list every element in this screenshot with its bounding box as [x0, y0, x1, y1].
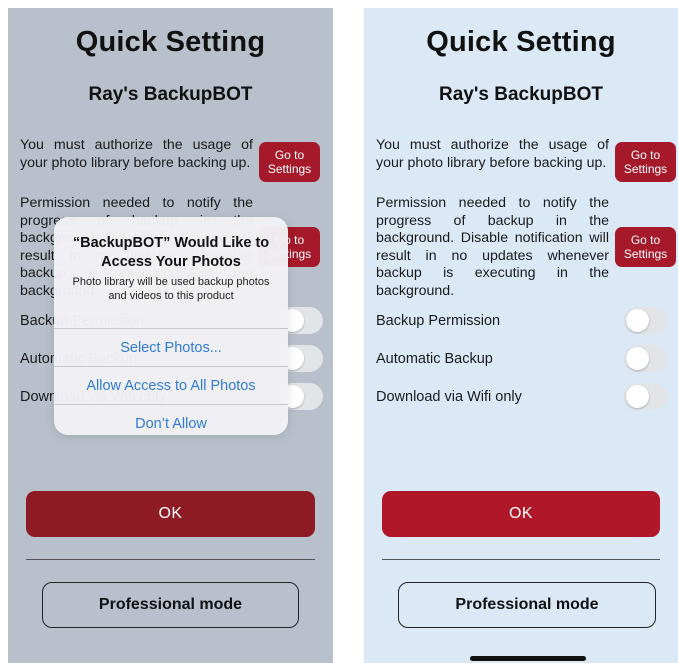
page-subtitle: Ray's BackupBOT	[439, 84, 603, 105]
automatic-backup-label: Automatic Backup	[376, 351, 493, 367]
page-subtitle: Ray's BackupBOT	[88, 84, 253, 105]
photo-permission-text: You must authorize the usage of your pho…	[20, 137, 253, 171]
backup-permission-toggle[interactable]	[624, 307, 668, 334]
ok-button[interactable]: OK	[382, 491, 660, 537]
go-to-settings-photos-button[interactable]: Go to Settings	[259, 142, 320, 182]
automatic-backup-toggle[interactable]	[624, 345, 668, 372]
page-title: Quick Setting	[426, 26, 616, 58]
professional-mode-button[interactable]: Professional mode	[42, 582, 299, 628]
photo-access-alert: “BackupBOT” Would Like to Access Your Ph…	[54, 217, 288, 435]
dont-allow-button[interactable]: Don’t Allow	[54, 404, 288, 435]
go-to-settings-photos-button[interactable]: Go to Settings	[615, 142, 676, 182]
home-indicator[interactable]	[470, 656, 586, 661]
screen-quick-setting: Quick Setting Ray's BackupBOT You must a…	[364, 8, 678, 663]
toggle-knob	[626, 347, 649, 370]
notify-permission-text: Permission needed to notify the progress…	[376, 195, 609, 299]
backup-permission-label: Backup Permission	[376, 313, 501, 329]
wifi-only-toggle[interactable]	[624, 383, 668, 410]
wifi-only-row: Download via Wifi only	[376, 383, 668, 411]
ok-button[interactable]: OK	[26, 491, 315, 537]
allow-all-photos-button[interactable]: Allow Access to All Photos	[54, 366, 288, 405]
alert-message: Photo library will be used backup photos…	[72, 276, 270, 302]
professional-mode-button[interactable]: Professional mode	[398, 582, 656, 628]
toggle-knob	[626, 385, 649, 408]
divider	[26, 559, 315, 560]
photo-permission-text: You must authorize the usage of your pho…	[376, 137, 609, 171]
select-photos-button[interactable]: Select Photos...	[54, 328, 288, 367]
divider	[382, 559, 660, 560]
screen-with-photo-permission-alert: Quick Setting Ray's BackupBOT You must a…	[8, 8, 333, 663]
page-title: Quick Setting	[75, 26, 266, 58]
toggle-knob	[626, 309, 649, 332]
wifi-only-label: Download via Wifi only	[376, 389, 522, 405]
automatic-backup-row: Automatic Backup	[376, 345, 668, 373]
go-to-settings-notify-button[interactable]: Go to Settings	[615, 227, 676, 267]
backup-permission-row: Backup Permission	[376, 307, 668, 335]
alert-title: “BackupBOT” Would Like to Access Your Ph…	[72, 235, 270, 270]
